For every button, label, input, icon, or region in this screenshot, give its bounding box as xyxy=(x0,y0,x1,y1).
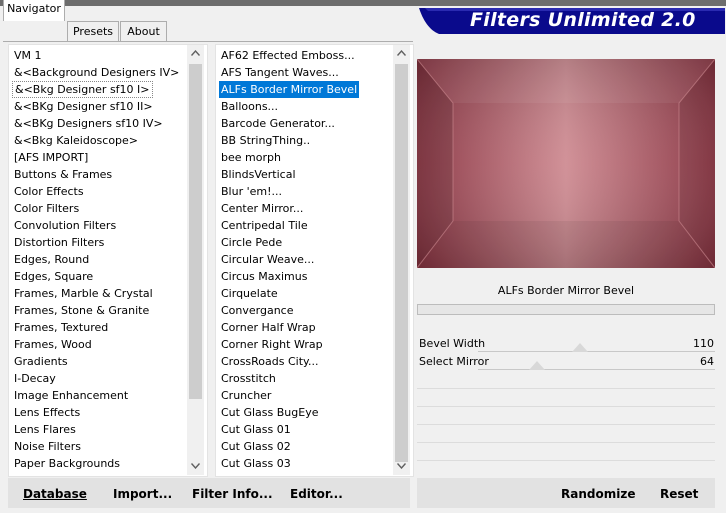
category-item[interactable]: Image Enhancement xyxy=(12,387,130,404)
filter-item[interactable]: Circular Weave... xyxy=(219,251,316,268)
tab-about[interactable]: About xyxy=(120,21,167,41)
category-scrollbar-thumb[interactable] xyxy=(189,64,202,399)
filter-item[interactable]: CrossRoads City... xyxy=(219,353,320,370)
filter-item[interactable]: Centripedal Tile xyxy=(219,217,310,234)
filter-item[interactable]: Convergance xyxy=(219,302,296,319)
category-item[interactable]: &<Bkg Designer sf10 I> xyxy=(12,81,153,98)
filter-item[interactable]: Cirquelate xyxy=(219,285,280,302)
category-item[interactable]: Gradients xyxy=(12,353,70,370)
up-arrow-icon[interactable] xyxy=(187,45,204,62)
slider-thumb[interactable] xyxy=(572,343,589,352)
progress-bar xyxy=(417,304,715,315)
category-item[interactable]: Frames, Stone & Granite xyxy=(12,302,151,319)
category-item[interactable]: &<BKg Designer sf10 II> xyxy=(12,98,155,115)
category-item[interactable]: Color Effects xyxy=(12,183,86,200)
filter-item[interactable]: Corner Half Wrap xyxy=(219,319,318,336)
param-label: Select Mirror xyxy=(419,355,489,368)
category-item[interactable]: Convolution Filters xyxy=(12,217,118,234)
filter-item[interactable]: Crosstitch xyxy=(219,370,278,387)
window-top-border xyxy=(0,0,726,6)
category-list[interactable]: VM 1 &<Background Designers IV> &<Bkg Desi… xyxy=(8,44,208,477)
param-value: 110 xyxy=(693,337,714,350)
reset-button[interactable]: Reset xyxy=(660,487,698,501)
category-item[interactable]: Lens Flares xyxy=(12,421,78,438)
filter-item[interactable]: Circus Maximus xyxy=(219,268,309,285)
filter-list[interactable]: AF62 Effected Emboss... AFS Tangent Waves… xyxy=(215,44,414,477)
param-label: Bevel Width xyxy=(419,337,486,350)
filter-item[interactable]: Cruncher xyxy=(219,387,273,404)
filter-item[interactable]: Corner Right Wrap xyxy=(219,336,325,353)
tab-strip-line xyxy=(3,41,413,42)
category-item[interactable]: Lens Effects xyxy=(12,404,82,421)
filter-item[interactable]: AFS Tangent Waves... xyxy=(219,64,341,81)
filter-scrollbar[interactable] xyxy=(393,45,410,475)
category-item[interactable]: &<BKg Designers sf10 IV> xyxy=(12,115,165,132)
filter-item[interactable]: Balloons... xyxy=(219,98,280,115)
import-button[interactable]: Import... xyxy=(113,487,172,501)
filter-item[interactable]: Cut Glass BugEye xyxy=(219,404,320,421)
tab-navigator[interactable]: Navigator xyxy=(3,0,65,21)
banner-title: Filters Unlimited 2.0 xyxy=(470,9,696,31)
param-row-divider xyxy=(417,442,715,443)
up-arrow-icon[interactable] xyxy=(393,45,410,62)
filter-item[interactable]: Barcode Generator... xyxy=(219,115,337,132)
param-slider[interactable] xyxy=(478,369,715,370)
down-arrow-icon[interactable] xyxy=(187,458,204,475)
category-item[interactable]: Frames, Wood xyxy=(12,336,94,353)
category-item[interactable]: &<Bkg Kaleidoscope> xyxy=(12,132,140,149)
category-item[interactable]: Frames, Marble & Crystal xyxy=(12,285,155,302)
category-scrollbar[interactable] xyxy=(187,45,204,475)
filter-info-button[interactable]: Filter Info... xyxy=(192,487,273,501)
filter-item[interactable]: Blur 'em!... xyxy=(219,183,284,200)
category-item[interactable]: Color Filters xyxy=(12,200,81,217)
param-row-divider xyxy=(417,406,715,407)
param-row-divider xyxy=(417,424,715,425)
category-item[interactable]: [AFS IMPORT] xyxy=(12,149,90,166)
param-value: 64 xyxy=(700,355,714,368)
filter-item[interactable]: bee morph xyxy=(219,149,283,166)
category-item[interactable]: Frames, Textured xyxy=(12,319,110,336)
filter-item[interactable]: Cut Glass 01 xyxy=(219,421,293,438)
filter-item[interactable]: Cut Glass 03 xyxy=(219,455,293,472)
category-item[interactable]: Edges, Square xyxy=(12,268,95,285)
category-item[interactable]: Buttons & Frames xyxy=(12,166,114,183)
tab-presets[interactable]: Presets xyxy=(67,21,119,41)
database-button[interactable]: Database xyxy=(23,487,87,501)
param-slider[interactable] xyxy=(478,351,715,352)
category-item[interactable]: Distortion Filters xyxy=(12,234,106,251)
category-item[interactable]: Noise Filters xyxy=(12,438,83,455)
filter-item[interactable]: Cut Glass 02 xyxy=(219,438,293,455)
filter-item[interactable]: BlindsVertical xyxy=(219,166,298,183)
current-filter-name: ALFs Border Mirror Bevel xyxy=(497,284,635,297)
filter-item[interactable]: ALFs Border Mirror Bevel xyxy=(219,81,360,98)
filter-item[interactable]: BB StringThing.. xyxy=(219,132,312,149)
filter-scrollbar-thumb[interactable] xyxy=(395,64,408,462)
param-row-divider xyxy=(417,388,715,389)
category-item[interactable]: VM 1 xyxy=(12,47,44,64)
filter-item[interactable]: Circle Pede xyxy=(219,234,284,251)
filter-item[interactable]: AF62 Effected Emboss... xyxy=(219,47,357,64)
slider-thumb[interactable] xyxy=(529,361,546,370)
category-item[interactable]: Paper Backgrounds xyxy=(12,455,122,472)
category-item[interactable]: &<Background Designers IV> xyxy=(12,64,181,81)
editor-button[interactable]: Editor... xyxy=(290,487,343,501)
filter-item[interactable]: Center Mirror... xyxy=(219,200,305,217)
down-arrow-icon[interactable] xyxy=(393,458,410,475)
category-item[interactable]: I-Decay xyxy=(12,370,58,387)
randomize-button[interactable]: Randomize xyxy=(561,487,635,501)
effect-preview xyxy=(417,59,715,268)
param-row-divider xyxy=(417,460,715,461)
category-item[interactable]: Edges, Round xyxy=(12,251,91,268)
